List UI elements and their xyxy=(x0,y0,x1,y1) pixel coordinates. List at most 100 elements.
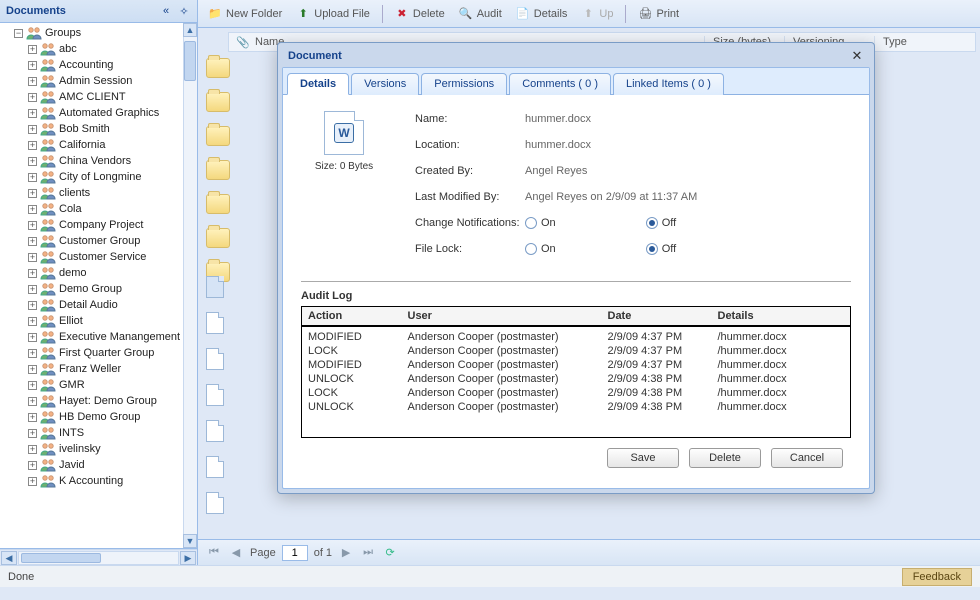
tree-item[interactable]: +California xyxy=(0,137,197,153)
upload-file-button[interactable]: ⬆ Upload File xyxy=(292,5,374,23)
refresh-button[interactable]: ⟳ xyxy=(382,545,398,561)
tree-item-label: Company Project xyxy=(59,219,143,231)
tree-item[interactable]: +abc xyxy=(0,41,197,57)
pin-icon[interactable]: ✧ xyxy=(177,4,191,18)
tree-item-label: Demo Group xyxy=(59,283,122,295)
tree-item[interactable]: +Javid xyxy=(0,457,197,473)
notifications-label: Change Notifications: xyxy=(415,217,525,229)
tree-item[interactable]: +demo xyxy=(0,265,197,281)
tree-item[interactable]: +Customer Group xyxy=(0,233,197,249)
tree-item[interactable]: +GMR xyxy=(0,377,197,393)
prev-page-button[interactable]: ◀ xyxy=(228,545,244,561)
tree-item[interactable]: +First Quarter Group xyxy=(0,345,197,361)
tree-item[interactable]: +Detail Audio xyxy=(0,297,197,313)
tree-item[interactable]: +clients xyxy=(0,185,197,201)
tree-item-label: Hayet: Demo Group xyxy=(59,395,157,407)
tree-item[interactable]: +Demo Group xyxy=(0,281,197,297)
file-lock-on-radio[interactable]: On xyxy=(525,243,556,255)
tree-item[interactable]: +Automated Graphics xyxy=(0,105,197,121)
tab-content-details: W Size: 0 Bytes Name: hummer.docx Locati… xyxy=(283,95,869,488)
cancel-button[interactable]: Cancel xyxy=(771,448,843,468)
modified-by-value: Angel Reyes on 2/9/09 at 11:37 AM xyxy=(525,191,697,203)
folder-icon[interactable] xyxy=(206,228,230,248)
document-icon[interactable] xyxy=(206,420,224,442)
print-button[interactable]: 🖨 Print xyxy=(634,5,683,23)
document-icon[interactable] xyxy=(206,492,224,514)
delete-button[interactable]: ✖ Delete xyxy=(391,5,449,23)
tree-item[interactable]: +China Vendors xyxy=(0,153,197,169)
tree-item[interactable]: +Accounting xyxy=(0,57,197,73)
audit-log-heading: Audit Log xyxy=(301,281,851,302)
scroll-left-icon[interactable]: ◀ xyxy=(1,551,17,565)
tab-versions[interactable]: Versions xyxy=(351,73,419,95)
tree-item[interactable]: +K Accounting xyxy=(0,473,197,489)
tree-item[interactable]: +City of Longmine xyxy=(0,169,197,185)
document-icon[interactable] xyxy=(206,276,224,298)
tab-comments[interactable]: Comments ( 0 ) xyxy=(509,73,611,95)
tree-item[interactable]: +Cola xyxy=(0,201,197,217)
document-icon[interactable] xyxy=(206,312,224,334)
up-button[interactable]: ⬆ Up xyxy=(577,5,617,23)
tab-details[interactable]: Details xyxy=(287,73,349,95)
details-button[interactable]: 📄 Details xyxy=(512,5,572,23)
document-icon[interactable] xyxy=(206,456,224,478)
feedback-button[interactable]: Feedback xyxy=(902,568,972,586)
folder-icon[interactable] xyxy=(206,194,230,214)
tree-item-label: Detail Audio xyxy=(59,299,118,311)
tree-item[interactable]: +Admin Session xyxy=(0,73,197,89)
tree-panel[interactable]: −Groups+abc+Accounting+Admin Session+AMC… xyxy=(0,23,197,549)
collapse-icon[interactable]: « xyxy=(159,4,173,18)
h-scroll-thumb[interactable] xyxy=(21,553,101,563)
file-lock-label: File Lock: xyxy=(415,243,525,255)
col-type[interactable]: Type xyxy=(875,36,975,48)
last-page-button[interactable]: ⏭ xyxy=(360,545,376,561)
notifications-off-radio[interactable]: Off xyxy=(646,217,676,229)
close-icon[interactable]: ✕ xyxy=(850,49,864,63)
horizontal-scrollbar[interactable]: ◀ ▶ xyxy=(0,549,197,565)
tree-root[interactable]: −Groups xyxy=(0,25,197,41)
tree-item[interactable]: +ivelinsky xyxy=(0,441,197,457)
dialog-title: Document xyxy=(288,50,342,62)
scroll-thumb[interactable] xyxy=(184,41,196,81)
tree-item[interactable]: +Elliot xyxy=(0,313,197,329)
tree-item-label: demo xyxy=(59,267,87,279)
tree-item[interactable]: +Franz Weller xyxy=(0,361,197,377)
tab-permissions[interactable]: Permissions xyxy=(421,73,507,95)
group-icon xyxy=(40,58,56,72)
tree-item[interactable]: +Executive Manangement xyxy=(0,329,197,345)
tree-item-label: Cola xyxy=(59,203,82,215)
page-input[interactable] xyxy=(282,545,308,561)
scroll-down-icon[interactable]: ▼ xyxy=(183,534,197,548)
document-icon[interactable] xyxy=(206,384,224,406)
scroll-right-icon[interactable]: ▶ xyxy=(180,551,196,565)
pager: ⏮ ◀ Page of 1 ▶ ⏭ ⟳ xyxy=(198,539,980,565)
document-icon[interactable] xyxy=(206,348,224,370)
vertical-scrollbar[interactable]: ▲ ▼ xyxy=(183,23,197,548)
folder-icon[interactable] xyxy=(206,92,230,112)
tree-item[interactable]: +INTS xyxy=(0,425,197,441)
dialog-delete-button[interactable]: Delete xyxy=(689,448,761,468)
tree-item[interactable]: +Customer Service xyxy=(0,249,197,265)
tree-item[interactable]: +Company Project xyxy=(0,217,197,233)
first-page-button[interactable]: ⏮ xyxy=(206,545,222,561)
folder-icon[interactable] xyxy=(206,126,230,146)
new-folder-button[interactable]: 📁 New Folder xyxy=(204,5,286,23)
tree-item[interactable]: +Hayet: Demo Group xyxy=(0,393,197,409)
audit-icon: 🔍 xyxy=(459,7,473,21)
tab-linked[interactable]: Linked Items ( 0 ) xyxy=(613,73,724,95)
audit-col-user: User xyxy=(402,307,602,327)
tree-item[interactable]: +HB Demo Group xyxy=(0,409,197,425)
group-icon xyxy=(40,170,56,184)
tree-item[interactable]: +AMC CLIENT xyxy=(0,89,197,105)
audit-button[interactable]: 🔍 Audit xyxy=(455,5,506,23)
folder-icon[interactable] xyxy=(206,58,230,78)
tree-item[interactable]: +Bob Smith xyxy=(0,121,197,137)
upload-icon: ⬆ xyxy=(296,7,310,21)
next-page-button[interactable]: ▶ xyxy=(338,545,354,561)
notifications-on-radio[interactable]: On xyxy=(525,217,556,229)
scroll-up-icon[interactable]: ▲ xyxy=(183,23,197,37)
dialog-titlebar[interactable]: Document ✕ xyxy=(282,47,870,67)
folder-icon[interactable] xyxy=(206,160,230,180)
save-button[interactable]: Save xyxy=(607,448,679,468)
file-lock-off-radio[interactable]: Off xyxy=(646,243,676,255)
